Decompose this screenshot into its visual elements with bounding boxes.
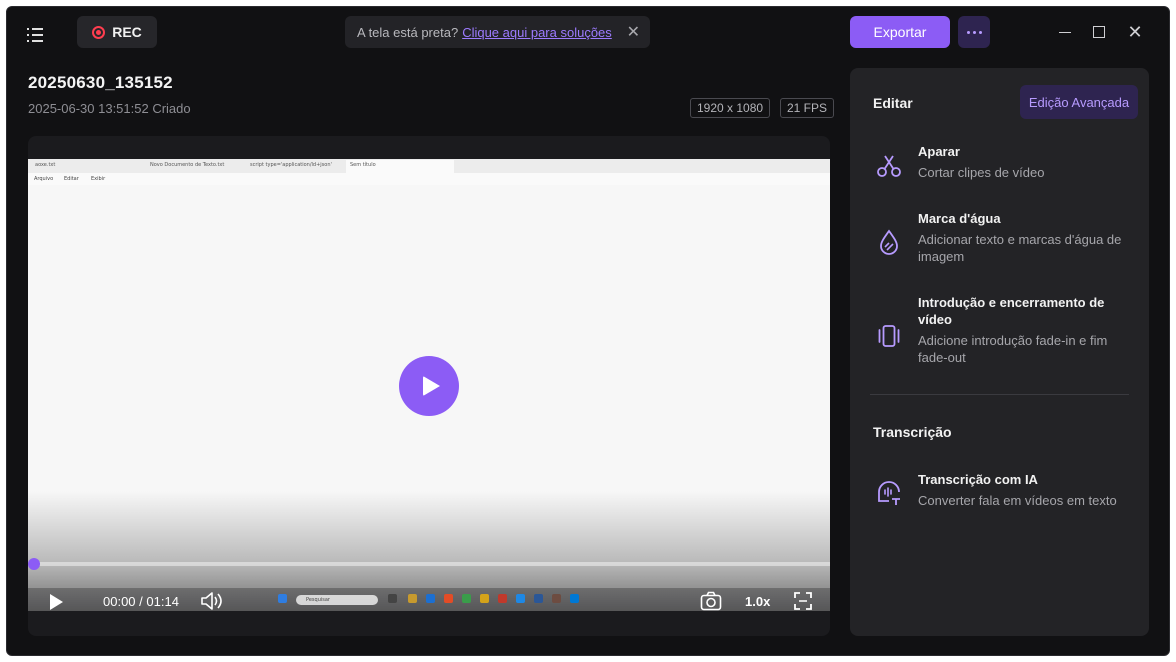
- black-screen-notice: A tela está preta? Clique aqui para solu…: [345, 16, 650, 48]
- app-icon: [498, 594, 507, 603]
- ai-transcription-feature[interactable]: Transcrição com IA Converter fala em víd…: [870, 471, 1140, 511]
- screenshot-icon[interactable]: [700, 591, 722, 611]
- playback-speed[interactable]: 1.0x: [745, 594, 770, 609]
- recorded-menu-item: Editar: [64, 176, 79, 182]
- scissors-icon: [877, 155, 901, 177]
- time-current: 00:00: [103, 594, 136, 609]
- app-icon: [570, 594, 579, 603]
- record-icon: [92, 25, 106, 39]
- play-overlay-button[interactable]: [399, 356, 459, 416]
- app-icon: [480, 594, 489, 603]
- feature-desc: Cortar clipes de vídeo: [918, 165, 1045, 180]
- edit-panel: Editar Edição Avançada Aparar Cortar cli…: [850, 68, 1149, 636]
- app-icon: [516, 594, 525, 603]
- trim-feature[interactable]: Aparar Cortar clipes de vídeo: [870, 143, 1140, 183]
- app-icon: [552, 594, 561, 603]
- recorded-tab: Novo Documento de Texto.txt: [150, 162, 225, 168]
- recorded-tab: script type='application/ld+json': [250, 162, 332, 168]
- recorded-menubar: Arquivo Editar Exibir: [28, 173, 830, 185]
- progress-handle[interactable]: [28, 558, 40, 570]
- recorded-search: Pesquisar: [296, 595, 378, 605]
- notice-text: A tela está preta?: [357, 24, 459, 40]
- more-options-button[interactable]: [958, 16, 990, 48]
- maximize-icon[interactable]: [1087, 20, 1111, 44]
- export-button[interactable]: Exportar: [850, 16, 950, 48]
- created-date: 2025-06-30 13:51:52 Criado: [28, 101, 191, 116]
- feature-title: Transcrição com IA: [918, 472, 1038, 487]
- window-close-icon[interactable]: ✕: [1123, 20, 1147, 44]
- feature-desc: Converter fala em vídeos em texto: [918, 493, 1117, 508]
- recorded-tab: Sem título: [346, 160, 454, 173]
- fps-badge: 21 FPS: [780, 98, 835, 118]
- app-icon: [462, 594, 471, 603]
- feature-title: Marca d'água: [918, 211, 1001, 226]
- feature-desc: Adicione introdução fade-in e fim fade-o…: [918, 333, 1108, 365]
- volume-icon[interactable]: [200, 591, 224, 611]
- panel-divider: [870, 394, 1129, 395]
- app-icon: [534, 594, 543, 603]
- browser-icon: [444, 594, 453, 603]
- feature-desc: Adicionar texto e marcas d'água de image…: [918, 232, 1122, 264]
- feature-title: Aparar: [918, 144, 960, 159]
- recorded-menu-item: Arquivo: [34, 176, 54, 182]
- minimize-icon[interactable]: [1053, 20, 1077, 44]
- watermark-drop-icon: [880, 229, 898, 255]
- menu-icon[interactable]: [27, 23, 51, 47]
- intro-outro-icon: [878, 325, 900, 347]
- folder-icon: [408, 594, 417, 603]
- progress-bar[interactable]: [28, 558, 830, 570]
- transcription-header: Transcrição: [873, 424, 952, 440]
- edit-header: Editar: [873, 95, 913, 111]
- time-total: 01:14: [146, 594, 179, 609]
- app-window: REC A tela está preta? Clique aqui para …: [6, 6, 1170, 656]
- watermark-feature[interactable]: Marca d'água Adicionar texto e marcas d'…: [870, 210, 1140, 266]
- app-icon: [388, 594, 397, 603]
- recorded-tab-bar: aoxe.txt Novo Documento de Texto.txt scr…: [28, 159, 830, 173]
- play-icon[interactable]: [50, 594, 63, 610]
- fullscreen-icon[interactable]: [794, 592, 812, 610]
- app-icon: [426, 594, 435, 603]
- advanced-edit-button[interactable]: Edição Avançada: [1020, 85, 1138, 119]
- rec-button[interactable]: REC: [77, 16, 157, 48]
- start-icon: [278, 594, 287, 603]
- rec-label: REC: [112, 24, 142, 40]
- video-title: 20250630_135152: [28, 73, 173, 92]
- feature-title: Introdução e encerramento de vídeo: [918, 295, 1105, 327]
- intro-outro-feature[interactable]: Introdução e encerramento de vídeo Adici…: [870, 294, 1140, 368]
- time-display: 00:00 / 01:14: [103, 594, 179, 609]
- recorded-tab: aoxe.txt: [35, 162, 56, 168]
- solutions-link[interactable]: Clique aqui para soluções: [462, 25, 612, 40]
- transcription-icon: [878, 481, 900, 505]
- video-player[interactable]: aoxe.txt Novo Documento de Texto.txt scr…: [28, 136, 830, 636]
- recorded-menu-item: Exibir: [91, 176, 106, 182]
- close-icon[interactable]: ✕: [627, 22, 640, 42]
- resolution-badge: 1920 x 1080: [690, 98, 771, 118]
